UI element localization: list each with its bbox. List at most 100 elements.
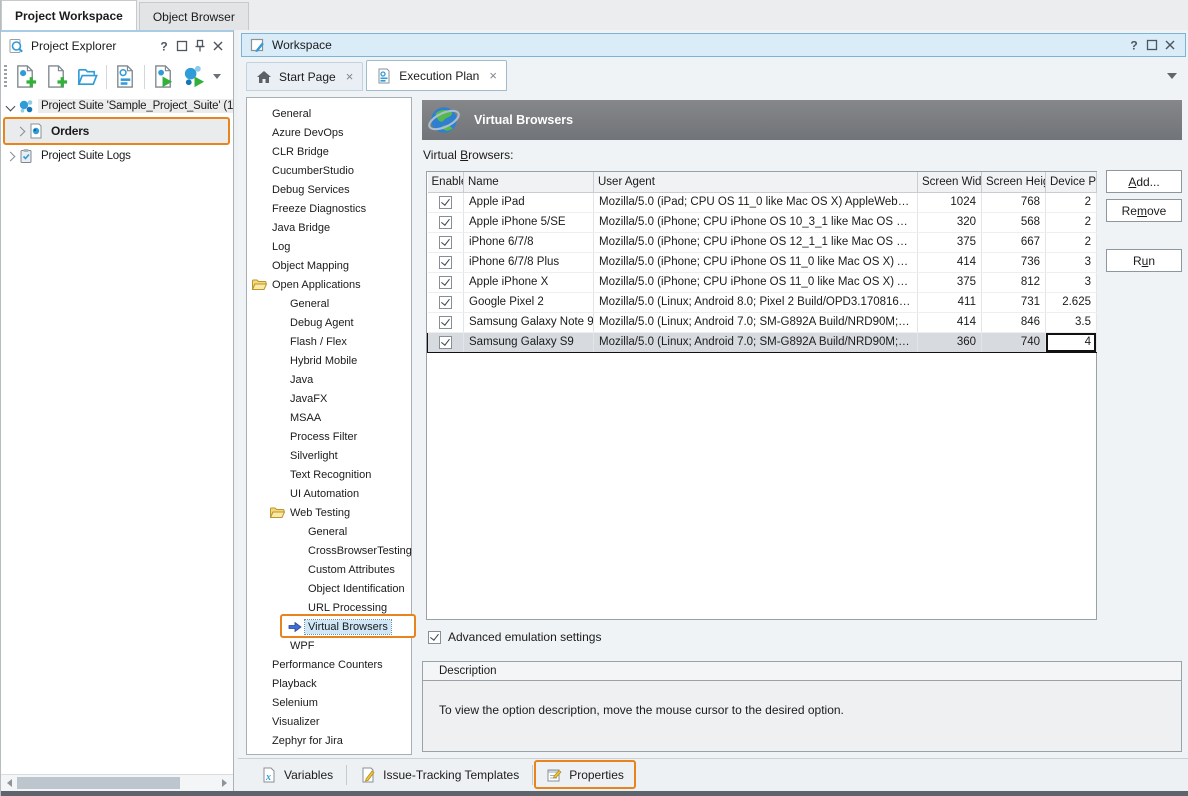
expander-icon[interactable]	[6, 151, 16, 161]
options-item-process-filter[interactable]: Process Filter	[247, 427, 411, 446]
close-icon[interactable]	[1162, 37, 1178, 53]
options-item-freeze-diagnostics[interactable]: Freeze Diagnostics	[247, 199, 411, 218]
cell-name[interactable]: iPhone 6/7/8 Plus	[464, 252, 594, 272]
column-header-screen-heig[interactable]: Screen Heig	[982, 172, 1046, 192]
options-item-clr-bridge[interactable]: CLR Bridge	[247, 142, 411, 161]
cell-name[interactable]: Google Pixel 2	[464, 292, 594, 312]
table-row-iphone-6-7-8-plus[interactable]: iPhone 6/7/8 PlusMozilla/5.0 (iPhone; CP…	[428, 252, 1097, 272]
scroll-right-icon[interactable]	[222, 779, 227, 787]
options-item-silverlight[interactable]: Silverlight	[247, 446, 411, 465]
cell-device-pixel-ratio[interactable]: 3.5	[1046, 312, 1097, 332]
options-item-java[interactable]: Java	[247, 370, 411, 389]
column-header-screen-wid[interactable]: Screen Wid	[918, 172, 982, 192]
options-item-open-applications[interactable]: Open Applications	[247, 275, 411, 294]
cell-device-pixel-ratio[interactable]: 2.625	[1046, 292, 1097, 312]
options-item-text-recognition[interactable]: Text Recognition	[247, 465, 411, 484]
options-item-general[interactable]: General	[247, 294, 411, 313]
options-item-ui-automation[interactable]: UI Automation	[247, 484, 411, 503]
cell-device-pixel-ratio[interactable]: 2	[1046, 212, 1097, 232]
enable-checkbox[interactable]	[439, 316, 452, 329]
options-item-web-testing[interactable]: Web Testing	[247, 503, 411, 522]
enable-checkbox[interactable]	[439, 256, 452, 269]
cell-device-pixel-ratio[interactable]: 2	[1046, 232, 1097, 252]
cell-name[interactable]: Samsung Galaxy S9	[464, 332, 594, 352]
cell-name[interactable]: Apple iPad	[464, 192, 594, 212]
cell-screen-height[interactable]: 667	[982, 232, 1046, 252]
cell-user-agent[interactable]: Mozilla/5.0 (iPhone; CPU iPhone OS 12_1_…	[594, 232, 918, 252]
cell-device-pixel-ratio[interactable]: 3	[1046, 272, 1097, 292]
options-item-azure-devops[interactable]: Azure DevOps	[247, 123, 411, 142]
cell-device-pixel-ratio[interactable]: 2	[1046, 192, 1097, 212]
cell-screen-height[interactable]: 568	[982, 212, 1046, 232]
help-icon[interactable]: ?	[156, 38, 172, 54]
cell-user-agent[interactable]: Mozilla/5.0 (iPhone; CPU iPhone OS 11_0 …	[594, 272, 918, 292]
scrollbar-thumb[interactable]	[17, 777, 180, 789]
cell-device-pixel-ratio[interactable]: 3	[1046, 252, 1097, 272]
tree-item-project-suite-logs[interactable]: Project Suite Logs	[1, 145, 233, 167]
horizontal-scrollbar[interactable]	[1, 774, 233, 791]
table-row-samsung-galaxy-s9[interactable]: Samsung Galaxy S9Mozilla/5.0 (Linux; And…	[428, 332, 1097, 352]
cell-screen-width[interactable]: 320	[918, 212, 982, 232]
cell-screen-height[interactable]: 731	[982, 292, 1046, 312]
cell-name[interactable]: Samsung Galaxy Note 9	[464, 312, 594, 332]
enable-checkbox[interactable]	[439, 236, 452, 249]
pin-icon[interactable]	[192, 38, 208, 54]
options-item-visualizer[interactable]: Visualizer	[247, 712, 411, 731]
advanced-emulation-settings-checkbox[interactable]: Advanced emulation settings	[428, 630, 601, 644]
cell-screen-width[interactable]: 360	[918, 332, 982, 352]
cell-screen-height[interactable]: 740	[982, 332, 1046, 352]
cell-user-agent[interactable]: Mozilla/5.0 (Linux; Android 7.0; SM-G892…	[594, 312, 918, 332]
help-icon[interactable]: ?	[1126, 37, 1142, 53]
close-tab-icon[interactable]: ×	[489, 69, 497, 82]
options-item-debug-agent[interactable]: Debug Agent	[247, 313, 411, 332]
bottom-tab-variables[interactable]: xVariables	[248, 759, 346, 791]
options-item-crossbrowsertesting[interactable]: CrossBrowserTesting	[247, 541, 411, 560]
options-item-object-mapping[interactable]: Object Mapping	[247, 256, 411, 275]
options-item-flash-flex[interactable]: Flash / Flex	[247, 332, 411, 351]
column-header-user-agent[interactable]: User Agent	[594, 172, 918, 192]
dropdown-arrow-icon[interactable]	[213, 74, 221, 79]
options-item-virtual-browsers[interactable]: Virtual Browsers	[247, 617, 411, 636]
enable-checkbox[interactable]	[439, 216, 452, 229]
options-item-selenium[interactable]: Selenium	[247, 693, 411, 712]
expander-icon[interactable]	[16, 126, 26, 136]
document-tab-start-page[interactable]: Start Page×	[246, 62, 363, 91]
cell-name[interactable]: Apple iPhone X	[464, 272, 594, 292]
options-item-performance-counters[interactable]: Performance Counters	[247, 655, 411, 674]
options-item-object-identification[interactable]: Object Identification	[247, 579, 411, 598]
cell-user-agent[interactable]: Mozilla/5.0 (Linux; Android 8.0; Pixel 2…	[594, 292, 918, 312]
run-button[interactable]: Run	[1106, 249, 1182, 272]
cell-screen-width[interactable]: 1024	[918, 192, 982, 212]
cell-screen-height[interactable]: 812	[982, 272, 1046, 292]
options-item-javafx[interactable]: JavaFX	[247, 389, 411, 408]
table-row-apple-ipad[interactable]: Apple iPadMozilla/5.0 (iPad; CPU OS 11_0…	[428, 192, 1097, 212]
enable-checkbox[interactable]	[439, 296, 452, 309]
cell-screen-width[interactable]: 414	[918, 312, 982, 332]
bottom-tab-issue-tracking-templates[interactable]: Issue-Tracking Templates	[347, 759, 532, 791]
add-button[interactable]: Add...	[1106, 170, 1182, 193]
run-project-suite-button[interactable]	[179, 62, 210, 91]
document-tab-execution-plan[interactable]: Execution Plan×	[366, 60, 507, 91]
main-tab-object-browser[interactable]: Object Browser	[139, 2, 249, 30]
table-row-apple-iphone-x[interactable]: Apple iPhone XMozilla/5.0 (iPhone; CPU i…	[428, 272, 1097, 292]
toolbar-grip[interactable]	[4, 65, 7, 89]
cell-name[interactable]: iPhone 6/7/8	[464, 232, 594, 252]
table-row-iphone-6-7-8[interactable]: iPhone 6/7/8Mozilla/5.0 (iPhone; CPU iPh…	[428, 232, 1097, 252]
checkbox-icon[interactable]	[428, 631, 441, 644]
options-item-zephyr-for-jira[interactable]: Zephyr for Jira	[247, 731, 411, 750]
column-header-enable[interactable]: Enable	[428, 172, 464, 192]
table-row-google-pixel-2[interactable]: Google Pixel 2Mozilla/5.0 (Linux; Androi…	[428, 292, 1097, 312]
maximize-icon[interactable]	[174, 38, 190, 54]
add-project-item-button[interactable]	[10, 62, 41, 91]
run-project-button[interactable]	[148, 62, 179, 91]
options-item-debug-services[interactable]: Debug Services	[247, 180, 411, 199]
maximize-icon[interactable]	[1144, 37, 1160, 53]
bottom-tab-properties[interactable]: Properties	[533, 759, 637, 791]
table-row-samsung-galaxy-note-9[interactable]: Samsung Galaxy Note 9Mozilla/5.0 (Linux;…	[428, 312, 1097, 332]
cell-screen-width[interactable]: 414	[918, 252, 982, 272]
options-item-hybrid-mobile[interactable]: Hybrid Mobile	[247, 351, 411, 370]
scroll-left-icon[interactable]	[7, 779, 12, 787]
cell-user-agent[interactable]: Mozilla/5.0 (iPad; CPU OS 11_0 like Mac …	[594, 192, 918, 212]
options-item-wpf[interactable]: WPF	[247, 636, 411, 655]
column-header-name[interactable]: Name	[464, 172, 594, 192]
